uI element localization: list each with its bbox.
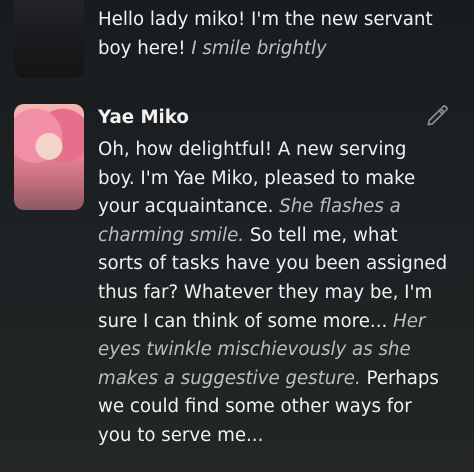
character-avatar[interactable]: [14, 104, 84, 210]
user-message-text: Hello lady miko! I'm the new servant boy…: [98, 6, 448, 63]
user-message-action: I smile brightly: [191, 37, 327, 59]
character-name: Yae Miko: [98, 107, 189, 128]
user-avatar: [14, 0, 84, 78]
character-message-text: Oh, how delightful! A new serving boy. I…: [98, 136, 448, 451]
pencil-icon[interactable]: [424, 103, 450, 129]
